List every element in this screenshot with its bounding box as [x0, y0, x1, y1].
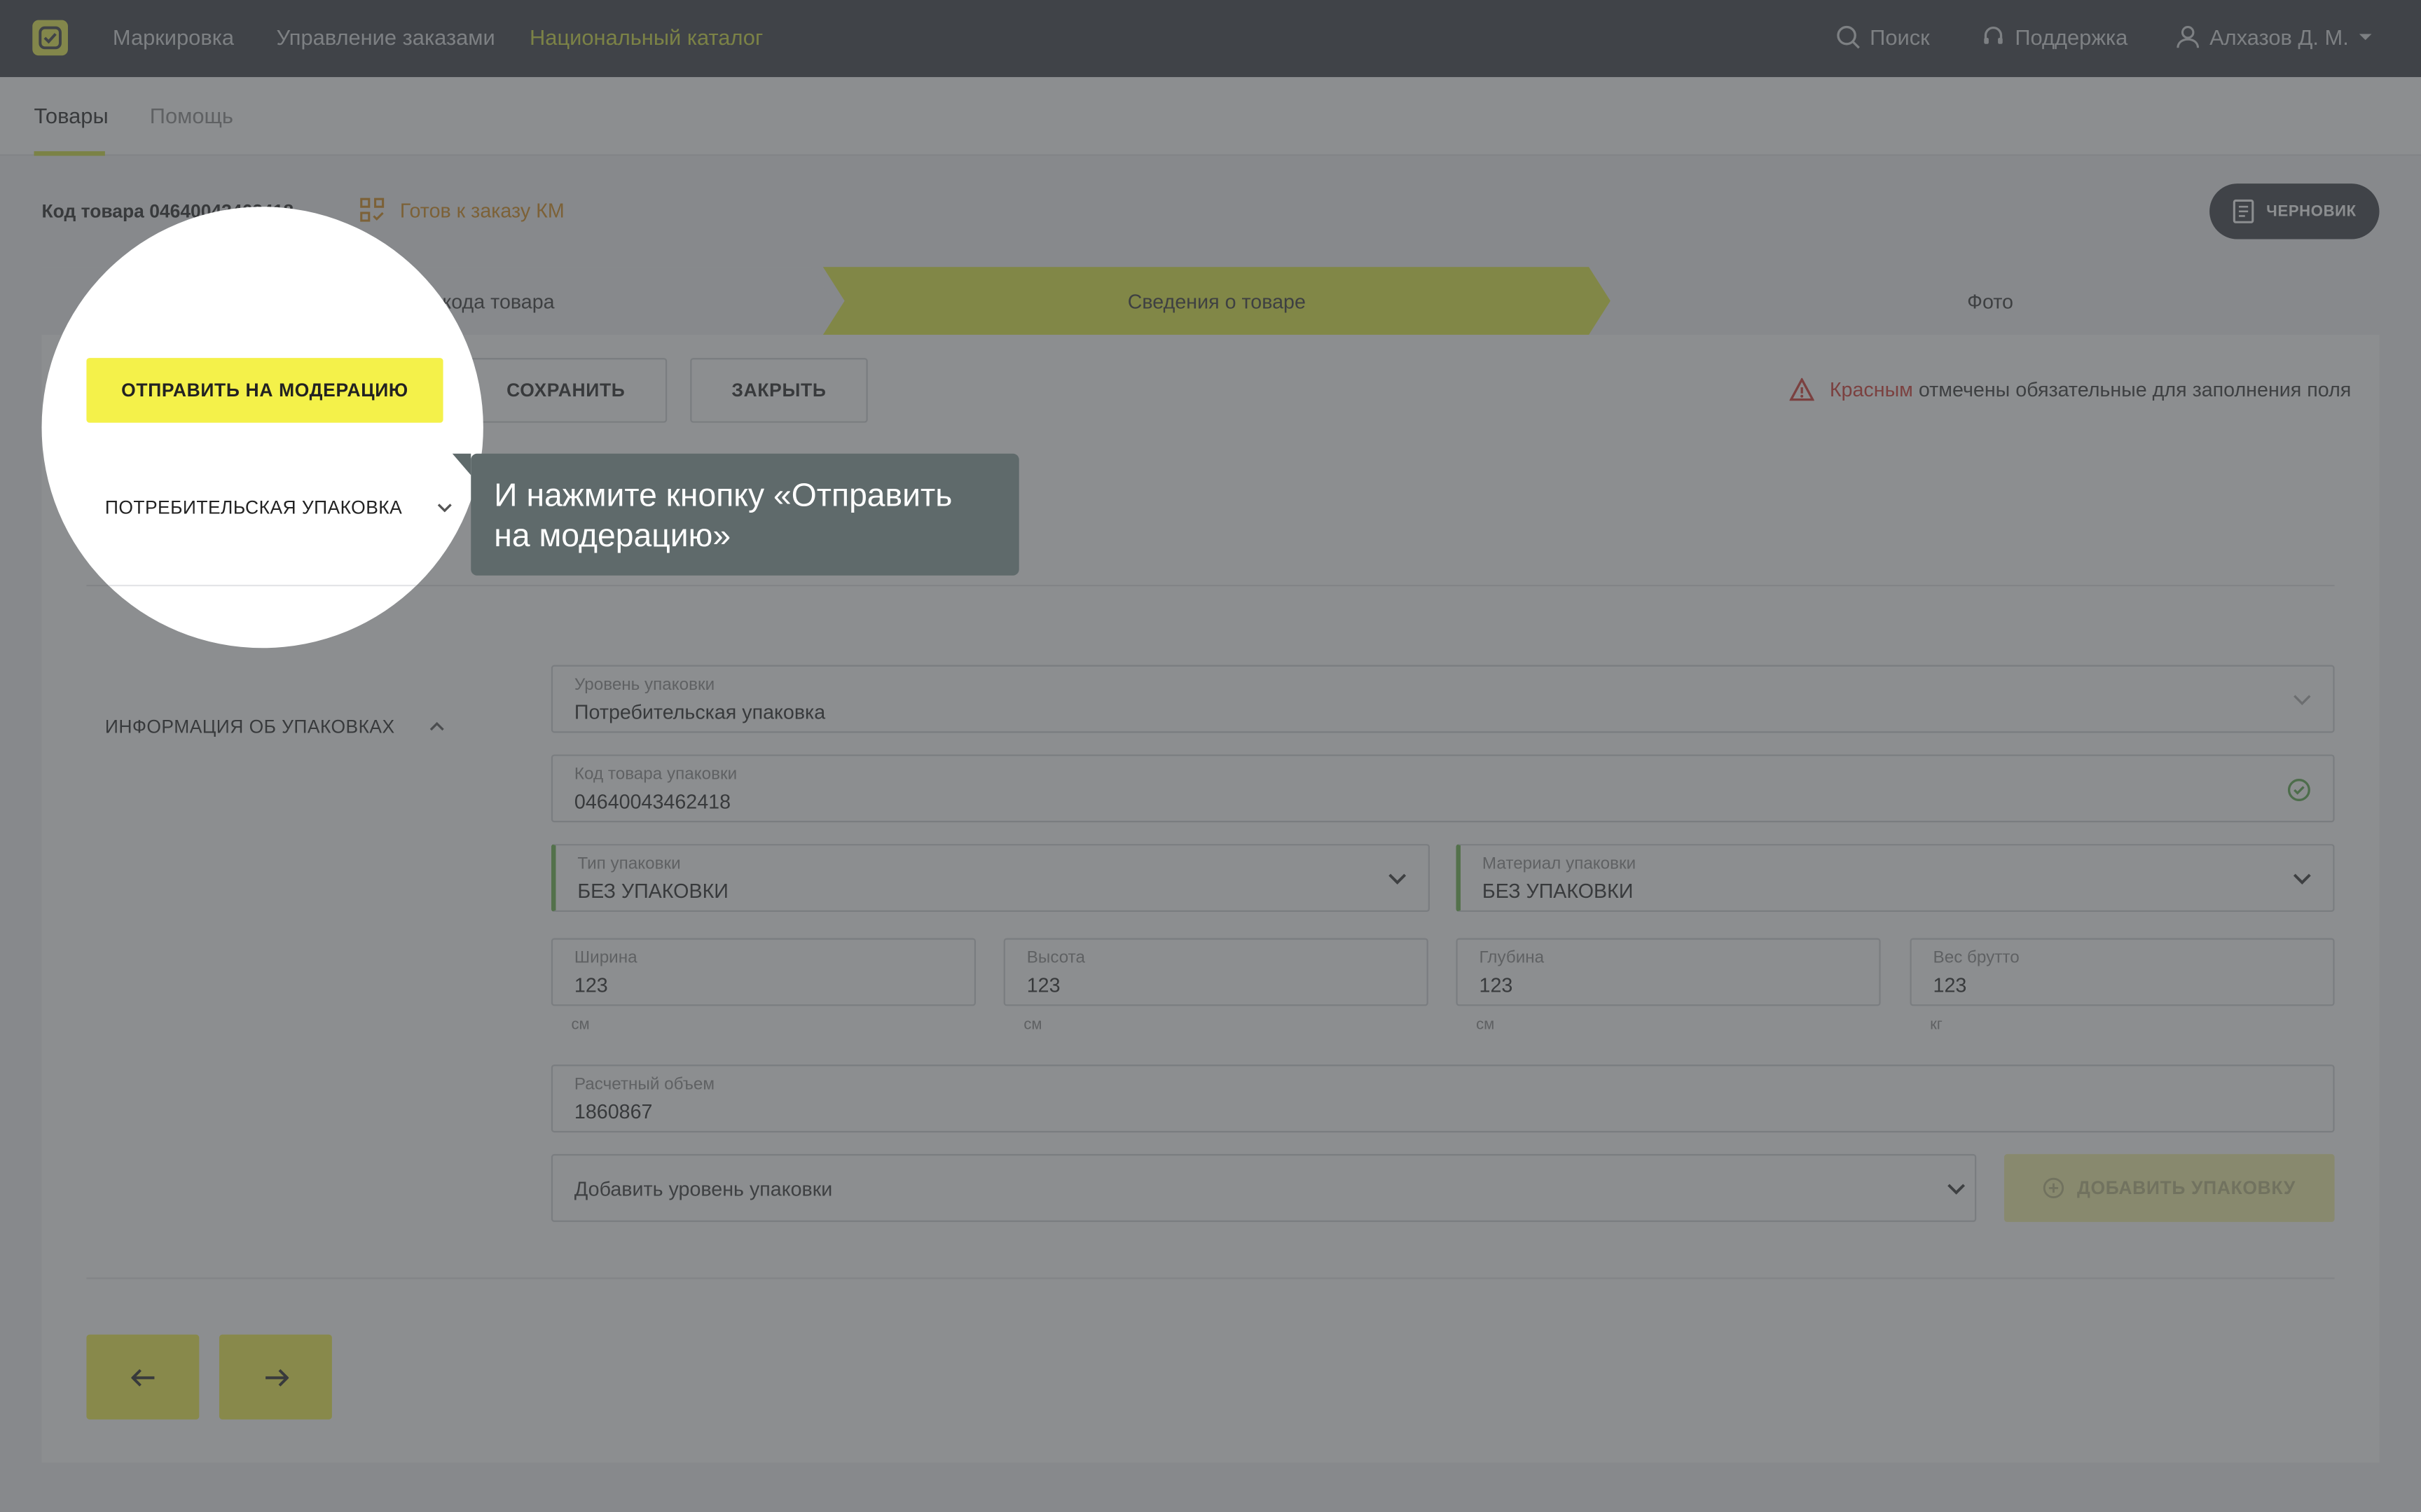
user-name: Алхазов Д. М.	[2209, 25, 2349, 50]
top-navigation-bar: Маркировка Управление заказами Националь…	[0, 0, 2421, 78]
pack-type-value: БЕЗ УПАКОВКИ	[577, 879, 729, 903]
draft-button[interactable]: ЧЕРНОВИК	[2209, 183, 2380, 240]
spotlight: ОТПРАВИТЬ НА МОДЕРАЦИЮ ПОТРЕБИТЕЛЬСКАЯ У…	[41, 207, 483, 649]
previous-step-button[interactable]	[86, 1334, 200, 1420]
nav-national-catalog[interactable]: Национальный каталог	[530, 25, 763, 49]
depth-label: Глубина	[1479, 948, 1545, 968]
user-menu[interactable]: Алхазов Д. М.	[2176, 25, 2374, 49]
width-label: Ширина	[574, 948, 637, 968]
chevron-up-icon	[429, 722, 444, 731]
chevron-down-icon	[1947, 1184, 1966, 1195]
volume-value: 1860867	[574, 1100, 653, 1123]
draft-label: ЧЕРНОВИК	[2266, 202, 2357, 220]
tooltip-arrow	[452, 453, 471, 476]
plus-circle-icon	[2043, 1177, 2064, 1199]
app-logo-icon[interactable]	[32, 20, 68, 56]
warning-icon	[1789, 377, 1814, 401]
next-step-button[interactable]	[219, 1334, 332, 1420]
gross-weight-value: 123	[1933, 973, 1967, 997]
add-pack-button[interactable]: ДОБАВИТЬ УПАКОВКУ	[2003, 1153, 2335, 1222]
pack-info-section-toggle[interactable]: ИНФОРМАЦИЯ ОБ УПАКОВКАХ	[105, 716, 444, 737]
pack-code-field[interactable]: Код товара упаковки 04640043462418	[551, 754, 2335, 823]
search-icon	[1837, 25, 1860, 49]
search-link[interactable]: Поиск	[1836, 25, 1930, 49]
sub-navigation: Товары Помощь	[0, 77, 2421, 156]
consumer-pack-section-title: ПОТРЕБИТЕЛЬСКАЯ УПАКОВКА	[104, 497, 403, 519]
tab-goods[interactable]: Товары	[34, 104, 108, 128]
pack-level-value: Потребительская упаковка	[574, 700, 826, 724]
pack-code-value: 04640043462418	[574, 789, 731, 814]
save-button[interactable]: СОХРАНИТЬ	[464, 358, 668, 423]
support-label: Поддержка	[2015, 25, 2128, 50]
pack-material-value: БЕЗ УПАКОВКИ	[1482, 879, 1634, 903]
height-value: 123	[1026, 973, 1061, 997]
arrow-right-icon	[265, 1368, 289, 1386]
nav-order-management[interactable]: Управление заказами	[277, 25, 495, 49]
headset-icon	[1984, 27, 2003, 44]
pack-level-select[interactable]: Уровень упаковки Потребительская упаковк…	[551, 665, 2335, 733]
width-value: 123	[574, 973, 608, 997]
pack-type-select[interactable]: Тип упаковки БЕЗ УПАКОВКИ	[551, 844, 1430, 913]
pack-info-section-title: ИНФОРМАЦИЯ ОБ УПАКОВКАХ	[104, 716, 395, 738]
check-circle-icon	[2287, 779, 2310, 801]
width-field[interactable]: Ширина 123	[551, 938, 976, 1006]
guide-tooltip: И нажмите кнопку «Отправить на модерацию…	[471, 453, 1019, 576]
add-pack-level-select[interactable]: Добавить уровень упаковки	[551, 1153, 1977, 1222]
arrow-left-icon	[130, 1368, 154, 1386]
required-rest-text: отмечены обязательные для заполнения пол…	[1918, 377, 2352, 401]
width-unit: см	[571, 1016, 590, 1034]
active-tab-indicator	[34, 151, 105, 156]
tab-help[interactable]: Помощь	[150, 104, 233, 128]
close-button[interactable]: ЗАКРЫТЬ	[690, 358, 868, 423]
search-label: Поиск	[1870, 25, 1930, 50]
nav-marking[interactable]: Маркировка	[113, 25, 234, 49]
document-icon	[2233, 199, 2254, 223]
chevron-down-icon	[436, 504, 451, 513]
step-photo[interactable]: Фото	[1601, 267, 2380, 335]
caret-down-icon	[2359, 34, 2372, 41]
add-pack-label: ДОБАВИТЬ УПАКОВКУ	[2076, 1177, 2296, 1199]
send-to-moderation-button[interactable]: ОТПРАВИТЬ НА МОДЕРАЦИЮ	[86, 358, 443, 423]
chevron-down-icon	[1388, 873, 1407, 885]
depth-value: 123	[1479, 973, 1513, 997]
step-product-info[interactable]: Сведения о товаре	[823, 267, 1610, 335]
volume-field[interactable]: Расчетный объем 1860867	[551, 1064, 2335, 1133]
chevron-down-icon	[2293, 873, 2311, 885]
volume-label: Расчетный объем	[574, 1075, 715, 1094]
pack-code-label: Код товара упаковки	[574, 765, 738, 784]
pack-type-label: Тип упаковки	[577, 854, 681, 873]
gross-weight-label: Вес брутто	[1933, 948, 2020, 968]
pack-material-label: Материал упаковки	[1482, 854, 1636, 873]
height-unit: см	[1023, 1016, 1042, 1034]
pack-material-select[interactable]: Материал упаковки БЕЗ УПАКОВКИ	[1456, 844, 2335, 913]
required-fields-note: Красным отмечены обязательные для заполн…	[1789, 377, 2352, 401]
section-divider	[86, 584, 483, 587]
pack-level-label: Уровень упаковки	[574, 675, 715, 695]
user-icon	[2177, 26, 2200, 48]
gross-weight-field[interactable]: Вес брутто 123	[1910, 938, 2335, 1006]
consumer-pack-section-toggle[interactable]: ПОТРЕБИТЕЛЬСКАЯ УПАКОВКА	[105, 497, 452, 518]
height-label: Высота	[1026, 948, 1086, 968]
depth-unit: см	[1476, 1016, 1495, 1034]
add-pack-level-text: Добавить уровень упаковки	[574, 1177, 833, 1201]
required-red-word: Красным	[1829, 377, 1913, 401]
gross-weight-unit: кг	[1930, 1016, 1943, 1034]
chevron-down-icon	[2294, 695, 2311, 705]
support-link[interactable]: Поддержка	[1981, 25, 2127, 49]
height-field[interactable]: Высота 123	[1003, 938, 1428, 1006]
bottom-divider	[86, 1277, 2335, 1279]
depth-field[interactable]: Глубина 123	[1456, 938, 1881, 1006]
